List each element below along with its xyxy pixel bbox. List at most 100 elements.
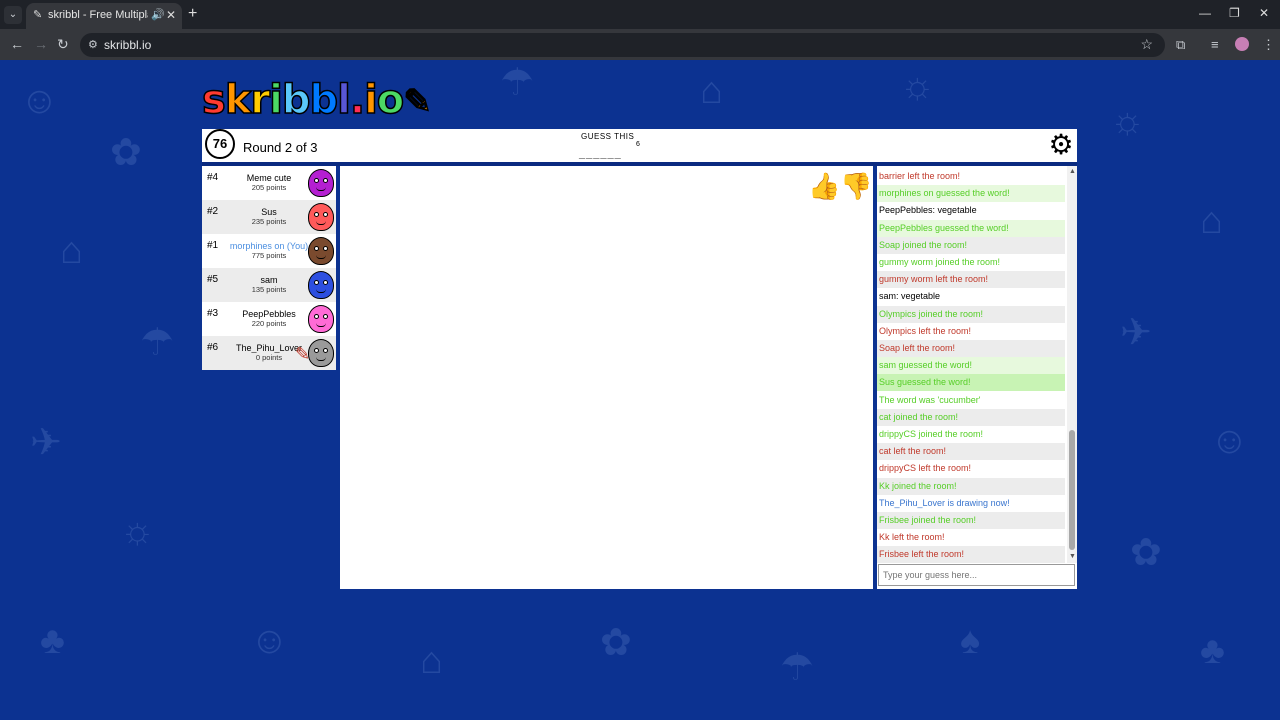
chat-log: barrier left the room! morphines on guess…	[877, 166, 1077, 563]
avatar-eye	[314, 314, 319, 319]
chat-message: Sus guessed the word!	[877, 374, 1065, 392]
scroll-down-icon[interactable]: ▼	[1069, 553, 1076, 560]
player-points: 135 points	[251, 285, 287, 294]
plus-icon[interactable]: +	[188, 5, 197, 23]
chat-text: The_Pihu_Lover is drawing now!	[879, 497, 1010, 508]
chat-message: morphines on guessed the word!	[877, 185, 1065, 203]
player-row[interactable]: #6 The_Pihu_Lover 0 points ✎	[202, 336, 336, 370]
player-row[interactable]: #2 Sus 235 points	[202, 200, 336, 234]
forward-icon[interactable]: →	[34, 36, 48, 52]
logo-letter: l	[336, 77, 351, 123]
logo-letter: i	[268, 77, 283, 123]
avatar-mouth	[316, 255, 326, 259]
chat-scroll-thumb[interactable]	[1069, 430, 1075, 550]
player-avatar	[308, 169, 334, 197]
chat-text: Soap joined the room!	[879, 239, 968, 250]
back-icon[interactable]: ←	[10, 36, 24, 52]
profile-avatar[interactable]	[1235, 37, 1249, 51]
logo-letter: k	[224, 77, 252, 123]
logo-letter: .	[349, 77, 366, 123]
chat-text: barrier left the room!	[879, 171, 961, 181]
logo-letter: b	[309, 77, 339, 123]
chat-message: gummy worm left the room!	[877, 271, 1065, 289]
speaker-icon[interactable]: 🔊	[151, 8, 165, 21]
minimize-icon[interactable]: —	[1199, 6, 1211, 20]
avatar-mouth	[316, 221, 326, 225]
player-name: morphines on (You)	[229, 241, 309, 251]
thumbs-up-icon[interactable]: 👍	[808, 171, 840, 202]
doodle-icon: ☂	[140, 322, 175, 364]
avatar-eye	[314, 348, 319, 353]
chat-message: Soap joined the room!	[877, 236, 1065, 254]
round-indicator: Round 2 of 3	[243, 140, 318, 155]
browser-tab[interactable]: ✎ skribbl - Free Multiplayer D 🔊 ✕	[26, 3, 182, 29]
avatar-eye	[323, 348, 328, 353]
close-window-icon[interactable]: ✕	[1259, 6, 1269, 20]
scroll-up-icon[interactable]: ▲	[1069, 168, 1076, 175]
doodle-icon: ☺	[1210, 420, 1249, 462]
player-name: PeepPebbles	[242, 309, 296, 319]
chat-message: drippyCS joined the room!	[877, 426, 1065, 443]
close-icon[interactable]: ✕	[166, 8, 176, 22]
player-list: #4 Meme cute 205 points #2 Sus 235 points #1 mo…	[202, 166, 336, 370]
logo-letter: s	[201, 77, 226, 123]
reload-icon[interactable]: ↻	[57, 36, 69, 53]
avatar-eye	[314, 280, 319, 285]
drawing-canvas[interactable]	[340, 166, 873, 589]
doodle-icon: ☺	[20, 80, 59, 122]
skribbl-logo: skribbl.io✎	[201, 77, 433, 123]
player-rank: #2	[207, 206, 219, 217]
player-row[interactable]: #3 PeepPebbles 220 points	[202, 302, 336, 336]
player-name: Sus	[261, 207, 277, 217]
chat-message: Olympics left the room!	[877, 322, 1065, 340]
chat-text: drippyCS left the room!	[879, 463, 972, 474]
chat-text: Soap left the room!	[879, 343, 956, 353]
bookmark-star-icon[interactable]: ☆	[1140, 36, 1153, 53]
doodle-icon: ⌂	[60, 230, 83, 272]
chevron-down-icon[interactable]: ⌄	[4, 6, 22, 24]
player-row[interactable]: #5 sam 135 points	[202, 268, 336, 302]
guess-input[interactable]	[878, 564, 1075, 586]
more-menu-icon[interactable]: ⋮	[1262, 37, 1275, 53]
extensions-icon[interactable]: ⧉	[1176, 37, 1185, 53]
doodle-icon: ♣	[1200, 630, 1225, 672]
browser-tab-bar: ⌄ ✎ skribbl - Free Multiplayer D 🔊 ✕ + —…	[0, 0, 1280, 29]
chat-text: Sus guessed the word!	[879, 377, 971, 388]
player-row[interactable]: #1 morphines on (You) 775 points	[202, 234, 336, 268]
settings-gear-icon[interactable]: ⚙	[1047, 131, 1075, 159]
player-points: 235 points	[251, 217, 287, 226]
avatar-mouth	[316, 357, 326, 361]
player-avatar	[308, 237, 334, 265]
chat-text: morphines on guessed the word!	[879, 188, 1010, 199]
chat-text: Kk joined the room!	[879, 480, 957, 491]
avatar-eye	[323, 280, 328, 285]
avatar-eye	[323, 178, 328, 183]
player-points: 775 points	[251, 251, 287, 260]
logo-pencil-icon: ✎	[403, 81, 433, 123]
player-row[interactable]: #4 Meme cute 205 points	[202, 166, 336, 200]
pencil-icon: ✎	[33, 9, 43, 21]
chat-text: Frisbee joined the room!	[879, 515, 977, 525]
avatar-eye	[323, 314, 328, 319]
restore-icon[interactable]: ❐	[1229, 6, 1240, 20]
doodle-icon: ☂	[780, 647, 815, 689]
chat-message: Olympics joined the room!	[877, 305, 1065, 323]
site-info-icon[interactable]: ⚙	[88, 38, 102, 52]
chat-author: sam:	[879, 291, 899, 302]
chat-text: cat left the room!	[879, 446, 947, 457]
doodle-icon: ☼	[1110, 100, 1145, 142]
avatar-eye	[314, 212, 319, 217]
media-icon[interactable]: ≡	[1211, 37, 1219, 52]
doodle-icon: ✿	[110, 132, 142, 174]
chat-text: Olympics joined the room!	[879, 308, 984, 319]
chat-message: sam guessed the word!	[877, 357, 1065, 375]
player-name: Meme cute	[246, 173, 292, 183]
doodle-icon: ✿	[600, 622, 632, 664]
doodle-icon: ⌂	[420, 640, 443, 682]
timer-clock-icon: 76	[205, 129, 235, 159]
thumbs-down-icon[interactable]: 👎	[840, 171, 872, 202]
doodle-icon: ⌂	[1200, 200, 1223, 242]
address-bar[interactable]: ⚙ skribbl.io ☆	[80, 33, 1165, 57]
player-points: 205 points	[251, 183, 287, 192]
chat-message: Kk left the room!	[877, 529, 1065, 547]
